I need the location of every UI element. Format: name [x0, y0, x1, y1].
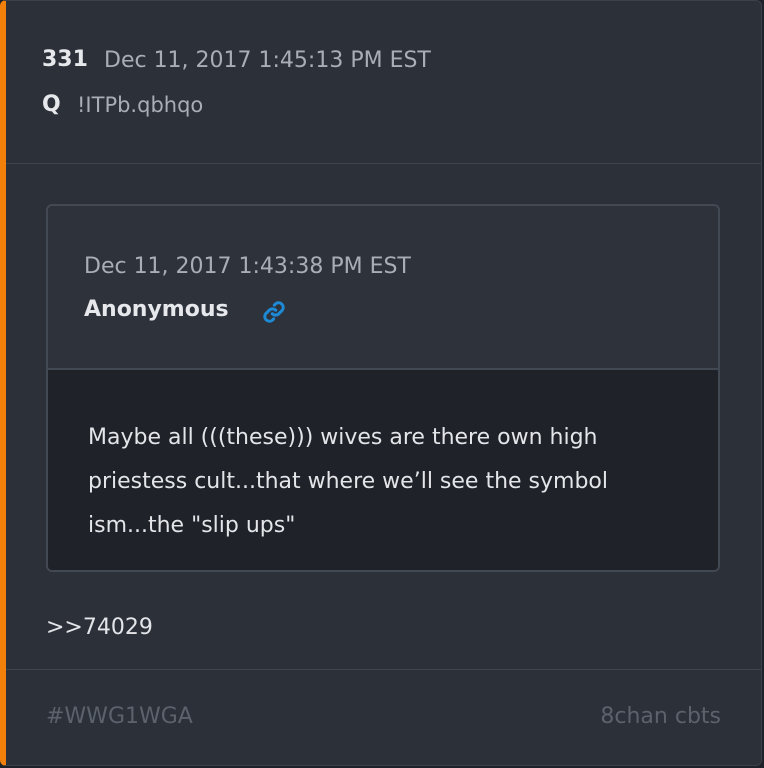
quoted-post-author: Anonymous [84, 297, 229, 322]
reply-reference-link[interactable]: >>74029 [46, 615, 153, 640]
post-timestamp: Dec 11, 2017 1:45:13 PM EST [104, 48, 431, 73]
quoted-post: Dec 11, 2017 1:43:38 PM EST Anonymous Ma… [46, 204, 720, 572]
post-footer: #WWG1WGA 8chan cbts [6, 669, 761, 765]
quoted-post-text: Maybe all (((these))) wives are there ow… [88, 425, 608, 538]
post-card: 331 Dec 11, 2017 1:45:13 PM EST Q !ITPb.… [0, 0, 762, 766]
link-icon[interactable] [260, 298, 288, 326]
quoted-post-header: Dec 11, 2017 1:43:38 PM EST Anonymous [48, 206, 718, 370]
quoted-post-timestamp: Dec 11, 2017 1:43:38 PM EST [84, 254, 411, 279]
post-tripcode: !ITPb.qbhqo [77, 93, 204, 117]
post-author: Q [42, 92, 61, 117]
quoted-post-body: Maybe all (((these))) wives are there ow… [48, 370, 718, 570]
post-number: 331 [42, 47, 88, 72]
source-label: 8chan cbts [600, 704, 721, 729]
post-header: 331 Dec 11, 2017 1:45:13 PM EST Q !ITPb.… [6, 1, 761, 164]
hashtag: #WWG1WGA [46, 704, 193, 729]
